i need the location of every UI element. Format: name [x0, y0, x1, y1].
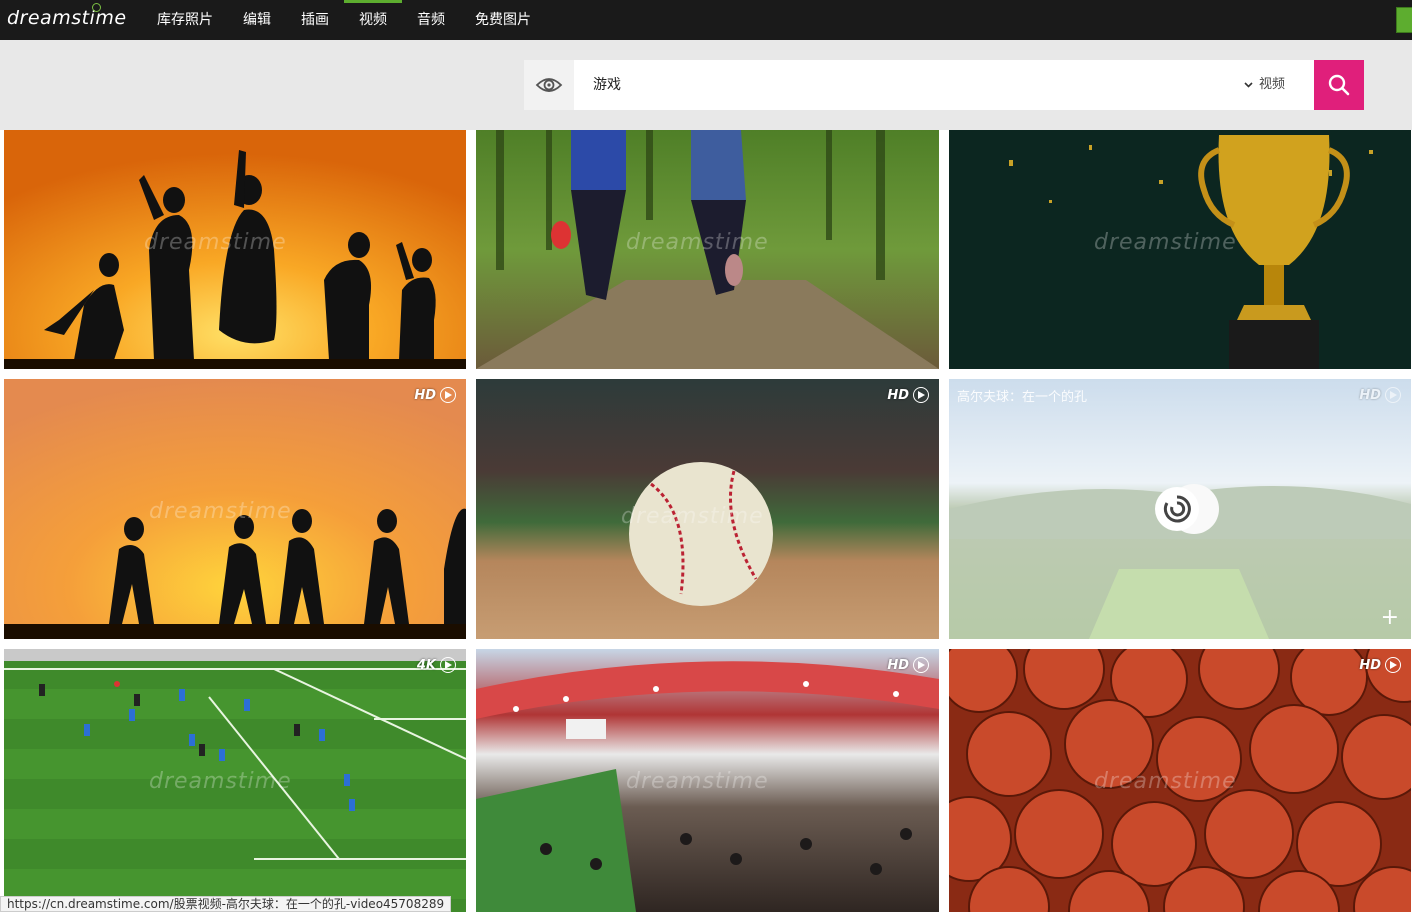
search-box: 视频 [524, 60, 1364, 110]
top-navigation-bar: dreamstime 库存照片 编辑 插画 视频 音频 免费图片 [0, 0, 1412, 40]
search-input[interactable] [593, 60, 1193, 110]
play-icon [1385, 387, 1401, 403]
video-tile[interactable]: HD dreamstime [476, 379, 939, 639]
video-tile[interactable]: 4K dreamstime [4, 649, 466, 912]
video-results-grid: dreamstime dreamstime dreamstime HD drea… [0, 130, 1412, 912]
quality-label: HD [414, 387, 436, 403]
dreamstime-logo[interactable]: dreamstime [7, 3, 127, 29]
quality-label: HD [887, 387, 909, 403]
watermark: dreamstime [149, 769, 292, 794]
watermark: dreamstime [144, 230, 287, 255]
nav-item-illustrations[interactable]: 插画 [286, 0, 344, 40]
watermark: dreamstime [621, 504, 764, 529]
watermark: dreamstime [626, 769, 769, 794]
quality-label: HD [1359, 657, 1381, 673]
quality-label: HD [1359, 387, 1381, 403]
play-icon [913, 657, 929, 673]
quality-badge: HD [414, 387, 456, 403]
logo-text: dreamstime [7, 7, 127, 29]
quality-badge: HD [1359, 657, 1401, 673]
watermark: dreamstime [626, 230, 769, 255]
video-tile[interactable]: dreamstime [4, 130, 466, 369]
video-tile[interactable]: dreamstime [949, 130, 1411, 369]
nav-item-audio[interactable]: 音频 [402, 0, 460, 40]
nav-item-free-images[interactable]: 免费图片 [460, 0, 546, 40]
video-title: 高尔夫球：在一个的孔 [957, 390, 1088, 405]
media-type-label: 视频 [1259, 77, 1286, 92]
watermark: dreamstime [1094, 230, 1237, 255]
video-tile[interactable]: HD dreamstime [949, 649, 1411, 912]
nav-item-video[interactable]: 视频 [344, 0, 402, 40]
loading-spinner-icon [1155, 487, 1199, 531]
quality-label: 4K [416, 657, 436, 673]
play-icon [440, 657, 456, 673]
signup-button[interactable] [1396, 7, 1412, 33]
search-button[interactable] [1314, 60, 1364, 110]
quality-badge: HD [887, 657, 929, 673]
play-icon [1385, 657, 1401, 673]
quality-badge: 4K [417, 657, 456, 673]
search-band: 视频 [0, 40, 1412, 130]
nav-item-stock-photos[interactable]: 库存照片 [142, 0, 228, 40]
play-icon [440, 387, 456, 403]
play-icon [913, 387, 929, 403]
watermark: dreamstime [149, 499, 292, 524]
logo-ring-icon [92, 3, 101, 12]
nav-item-editorial[interactable]: 编辑 [228, 0, 286, 40]
main-nav: 库存照片 编辑 插画 视频 音频 免费图片 [142, 0, 546, 40]
visual-search-button[interactable] [524, 60, 574, 110]
eye-icon [535, 78, 563, 92]
browser-status-url: https://cn.dreamstime.com/股票视频-高尔夫球：在一个的… [0, 896, 452, 912]
quality-badge: HD [887, 387, 929, 403]
video-tile[interactable]: 高尔夫球：在一个的孔 HD + [949, 379, 1411, 639]
watermark: dreamstime [1094, 769, 1237, 794]
search-icon [1328, 74, 1350, 96]
chevron-down-icon [1244, 82, 1253, 88]
video-tile[interactable]: dreamstime [476, 130, 939, 369]
video-tile[interactable]: HD dreamstime [4, 379, 466, 639]
video-tile[interactable]: HD dreamstime [476, 649, 939, 912]
quality-badge: HD [1359, 387, 1401, 403]
media-type-select[interactable]: 视频 [1244, 60, 1285, 110]
quality-label: HD [887, 657, 909, 673]
add-to-lightbox-icon[interactable]: + [1381, 607, 1399, 629]
